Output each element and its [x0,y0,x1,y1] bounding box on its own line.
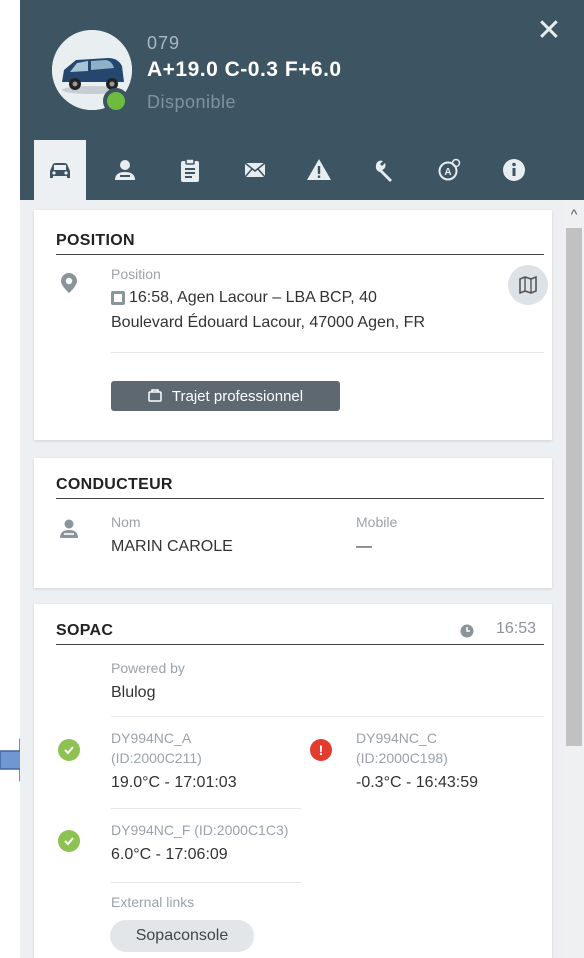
panel-header: 079 A+19.0 C-0.3 F+6.0 Disponible ✕ A [20,0,584,202]
vehicle-temperatures: A+19.0 C-0.3 F+6.0 [147,58,342,81]
tab-tachograph[interactable]: A [423,140,475,200]
sopac-time: 16:53 [496,620,537,637]
powered-by-label: Powered by [111,660,185,676]
sensor-a-reading: 19.0°C - 17:01:03 [111,774,237,791]
sensor-f-id: DY994NC_F (ID:2000C1C3) [111,822,289,838]
driver-icon [115,160,135,180]
position-address: Boulevard Édouard Lacour, 47000 Agen, FR [111,314,425,331]
powered-by-value: Blulog [111,684,156,701]
info-icon [503,159,525,181]
wrench-icon [375,160,392,182]
clock-icon [460,624,474,638]
sopaconsole-link[interactable]: Sopaconsole [110,920,254,952]
sensor-a-id: DY994NC_A [111,730,192,746]
driver-title: CONDUCTEUR [56,476,173,493]
sopac-card: SOPAC 16:53 Powered by Blulog DY994NC_A … [34,604,552,958]
trip-type-button[interactable]: Trajet professionnel [111,381,340,411]
tab-tasks[interactable] [164,140,216,200]
external-links-label: External links [111,894,195,910]
position-title: POSITION [56,232,135,249]
timestamp-icon [111,291,125,305]
location-pin-icon [61,273,77,293]
sensor-a-sub-id: (ID:2000C211) [111,750,202,766]
vehicle-status: Disponible [147,92,237,112]
show-map-button[interactable] [508,265,548,305]
tab-driver[interactable] [99,140,151,200]
sensor-c-reading: -0.3°C - 16:43:59 [356,774,479,791]
sensor-f-reading: 6.0°C - 17:06:09 [111,846,228,863]
trip-type-label: Trajet professionnel [171,387,304,405]
position-sub-divider [111,352,544,353]
position-label: Position [111,266,161,282]
driver-name: MARIN CAROLE [111,538,233,555]
trip-icon [148,389,162,402]
driver-name-label: Nom [111,514,141,530]
position-divider [56,254,544,255]
tab-maintenance[interactable] [358,140,410,200]
warning-icon [307,159,331,180]
tachograph-icon: A [438,158,461,181]
sopac-title: SOPAC [56,622,114,639]
clipboard-icon [181,158,199,182]
svg-text:A: A [444,167,451,178]
sensor-a-ok-icon [58,739,80,761]
driver-mobile-label: Mobile [356,514,398,530]
sensor-c-id: DY994NC_C [356,730,437,746]
tab-info[interactable] [488,140,540,200]
close-button[interactable]: ✕ [534,16,564,46]
sensor-f-ok-icon [58,830,80,852]
sensor-divider [111,808,301,809]
vehicle-id: 079 [147,33,181,53]
scroll-up-arrow-icon[interactable]: ^ [564,204,584,224]
vehicle-panel: 079 A+19.0 C-0.3 F+6.0 Disponible ✕ A PO… [20,0,584,958]
driver-divider [56,498,544,499]
envelope-icon [244,162,266,178]
sopac-divider [56,644,544,645]
position-time-place: 16:58, Agen Lacour – LBA BCP, 40 [129,289,377,306]
car-icon [50,163,70,178]
driver-avatar-icon [60,519,78,538]
tab-bar: A [20,140,584,202]
tab-vehicle[interactable] [34,140,86,202]
tab-alerts[interactable] [293,140,345,200]
tab-messages[interactable] [229,140,281,200]
sopac-sub-divider [111,716,544,717]
links-divider [111,882,301,883]
map-icon [519,275,537,295]
driver-card: CONDUCTEUR Nom MARIN CAROLE Mobile — [34,458,552,588]
scrollbar-thumb[interactable] [566,228,582,746]
sensor-c-sub-id: (ID:2000C198) [356,750,448,766]
sensor-c-error-icon: ! [310,739,332,761]
driver-mobile: — [356,538,372,555]
status-dot [103,88,129,114]
